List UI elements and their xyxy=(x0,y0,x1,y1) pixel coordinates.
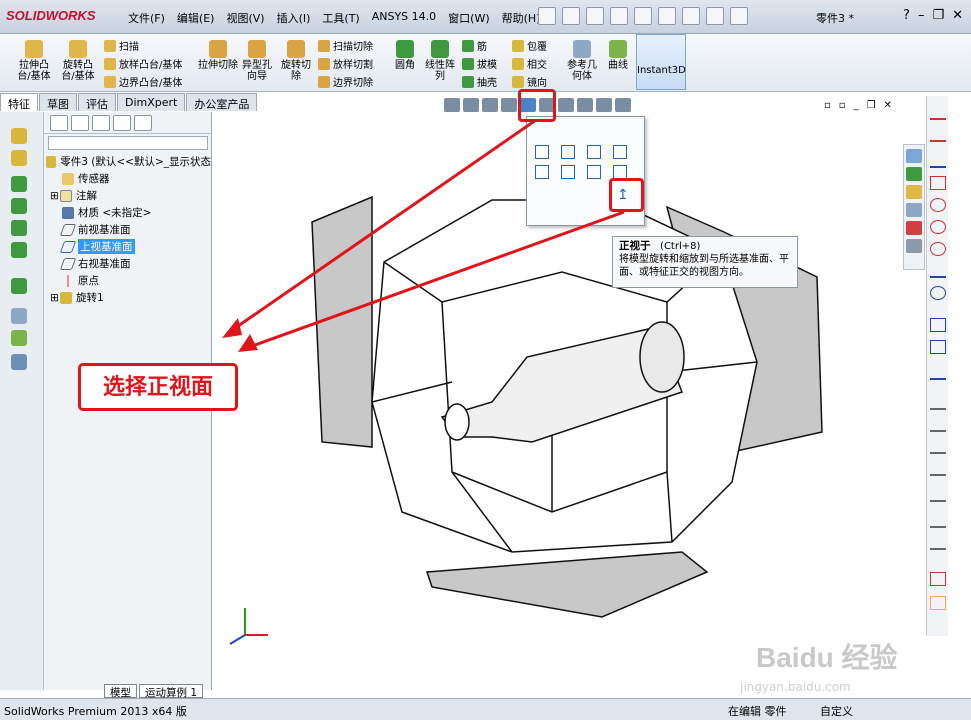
quick-snaps-icon[interactable] xyxy=(930,572,946,586)
sketch-pattern-icon[interactable] xyxy=(930,462,946,476)
task-pane xyxy=(903,144,925,270)
repair-sketch-icon[interactable] xyxy=(930,536,946,550)
arc-icon[interactable] xyxy=(930,242,946,256)
home-icon[interactable] xyxy=(906,149,922,163)
text-icon[interactable] xyxy=(930,366,946,380)
folder-icon[interactable] xyxy=(906,185,922,199)
view-palette-icon[interactable] xyxy=(906,203,922,217)
circle-icon[interactable] xyxy=(930,220,946,234)
ellipse-icon[interactable] xyxy=(930,286,946,300)
sketch-icon[interactable] xyxy=(930,106,946,120)
baidu-watermark: Baidu 经验 xyxy=(756,642,898,673)
arrow-line xyxy=(243,210,625,351)
rectangle-icon[interactable] xyxy=(930,176,946,190)
trim-icon[interactable] xyxy=(930,396,946,410)
point-icon[interactable] xyxy=(930,340,946,354)
line-icon[interactable] xyxy=(930,154,946,168)
right-sketch-toolbar xyxy=(926,96,948,636)
arrow-line xyxy=(227,118,537,335)
arrowhead-icon xyxy=(238,334,258,352)
polygon-icon[interactable] xyxy=(930,318,946,332)
spline-icon[interactable] xyxy=(930,264,946,278)
appearances-icon[interactable] xyxy=(906,221,922,235)
annotation-arrows xyxy=(222,118,625,352)
status-mode: 在编辑 零件 xyxy=(728,705,787,718)
custom-properties-icon[interactable] xyxy=(906,239,922,253)
slot-icon[interactable] xyxy=(930,198,946,212)
status-units[interactable]: 自定义 xyxy=(820,703,853,719)
offset-icon[interactable] xyxy=(930,418,946,432)
move-entities-icon[interactable] xyxy=(930,488,946,502)
status-bar: SolidWorks Premium 2013 x64 版 在编辑 零件 自定义 xyxy=(0,698,971,720)
relations-icon[interactable] xyxy=(930,514,946,528)
library-icon[interactable] xyxy=(906,167,922,181)
smart-dimension-icon[interactable] xyxy=(930,128,946,142)
arrowhead-icon xyxy=(222,318,242,338)
instruction-callout: 选择正视面 xyxy=(78,363,238,411)
baidu-watermark-url: jingyan.baidu.com xyxy=(740,680,851,694)
rapid-sketch-icon[interactable] xyxy=(930,596,946,610)
status-product: SolidWorks Premium 2013 x64 版 xyxy=(4,705,187,718)
mirror-entities-icon[interactable] xyxy=(930,440,946,454)
